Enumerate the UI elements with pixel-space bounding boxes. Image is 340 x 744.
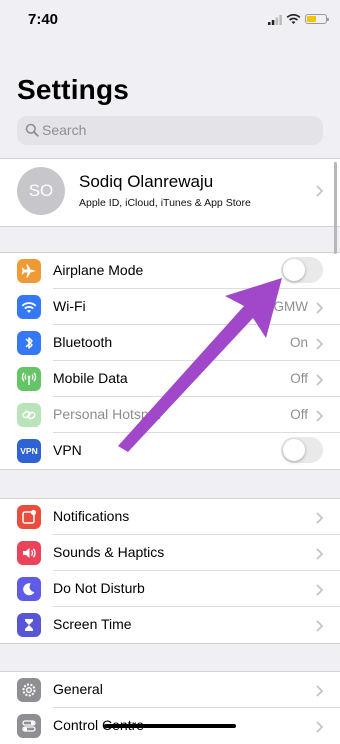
settings-row-mobile-data[interactable]: Mobile Data Off: [0, 361, 340, 397]
chevron-right-icon: [316, 721, 323, 733]
chevron-right-icon: [316, 338, 323, 350]
profile-name: Sodiq Olanrewaju: [79, 172, 214, 191]
scrollbar[interactable]: [334, 162, 337, 254]
wifi-status-icon: [286, 13, 301, 24]
settings-row-bluetooth[interactable]: Bluetooth On: [0, 325, 340, 361]
chevron-right-icon: [316, 410, 323, 422]
airplane-mode-toggle[interactable]: [281, 257, 323, 283]
status-bar: 7:40: [0, 0, 340, 44]
home-indicator[interactable]: [104, 724, 236, 728]
gear-icon: [17, 678, 41, 702]
wifi-icon: [17, 295, 41, 319]
chevron-right-icon: [316, 185, 323, 197]
settings-row-airplane-mode[interactable]: Airplane Mode: [0, 253, 340, 289]
settings-row-screen-time[interactable]: Screen Time: [0, 607, 340, 643]
settings-row-label: VPN: [53, 442, 82, 458]
system-section: General Control Centre: [0, 671, 340, 744]
settings-row-vpn[interactable]: VPN VPN: [0, 433, 340, 469]
settings-row-do-not-disturb[interactable]: Do Not Disturb: [0, 571, 340, 607]
search-icon: [25, 123, 39, 137]
vpn-icon: VPN: [17, 439, 41, 463]
settings-row-label: Mobile Data: [53, 370, 128, 386]
settings-row-label: Bluetooth: [53, 334, 113, 350]
alerts-section: Notifications Sounds & Haptics Do Not Di…: [0, 498, 340, 644]
chevron-right-icon: [316, 685, 323, 697]
mobile-data-value: Off: [290, 371, 308, 386]
settings-row-notifications[interactable]: Notifications: [0, 499, 340, 535]
search-placeholder: Search: [42, 122, 87, 138]
switches-icon: [17, 714, 41, 738]
settings-row-label: General: [53, 681, 103, 697]
chevron-right-icon: [316, 584, 323, 596]
profile-subtitle: Apple ID, iCloud, iTunes & App Store: [79, 197, 251, 209]
connectivity-section: Airplane Mode Wi-Fi GMW Bluetooth On Mob…: [0, 252, 340, 470]
hotspot-link-icon: [17, 403, 41, 427]
bluetooth-status-value: On: [289, 335, 308, 350]
settings-row-label: Wi-Fi: [53, 298, 86, 314]
chevron-right-icon: [316, 374, 323, 386]
chevron-right-icon: [316, 512, 323, 524]
chevron-right-icon: [316, 302, 323, 314]
settings-row-label: Personal Hotspot: [53, 406, 161, 422]
page-title: Settings: [17, 74, 130, 105]
hotspot-value: Off: [290, 407, 308, 422]
speaker-icon: [17, 541, 41, 565]
settings-row-label: Notifications: [53, 508, 130, 524]
moon-icon: [17, 577, 41, 601]
cellular-signal-icon: [268, 15, 282, 25]
settings-row-personal-hotspot[interactable]: Personal Hotspot Off: [0, 397, 340, 433]
settings-row-label: Screen Time: [53, 616, 132, 632]
settings-row-label: Do Not Disturb: [53, 580, 145, 596]
chevron-right-icon: [316, 548, 323, 560]
settings-row-general[interactable]: General: [0, 672, 340, 708]
status-time: 7:40: [28, 11, 59, 28]
antenna-icon: [17, 367, 41, 391]
settings-row-label: Airplane Mode: [53, 262, 144, 278]
search-input[interactable]: Search: [17, 116, 323, 145]
apple-id-profile[interactable]: SO Sodiq Olanrewaju Apple ID, iCloud, iT…: [0, 158, 340, 227]
settings-row-label: Sounds & Haptics: [53, 544, 165, 560]
battery-icon: [305, 14, 329, 24]
hourglass-icon: [17, 613, 41, 637]
vpn-toggle[interactable]: [281, 437, 323, 463]
wifi-network-value: GMW: [273, 299, 309, 314]
avatar: SO: [17, 167, 65, 215]
bluetooth-icon: [17, 331, 41, 355]
airplane-icon: [17, 259, 41, 283]
settings-row-sounds-haptics[interactable]: Sounds & Haptics: [0, 535, 340, 571]
notifications-icon: [17, 505, 41, 529]
settings-row-wifi[interactable]: Wi-Fi GMW: [0, 289, 340, 325]
chevron-right-icon: [316, 620, 323, 632]
